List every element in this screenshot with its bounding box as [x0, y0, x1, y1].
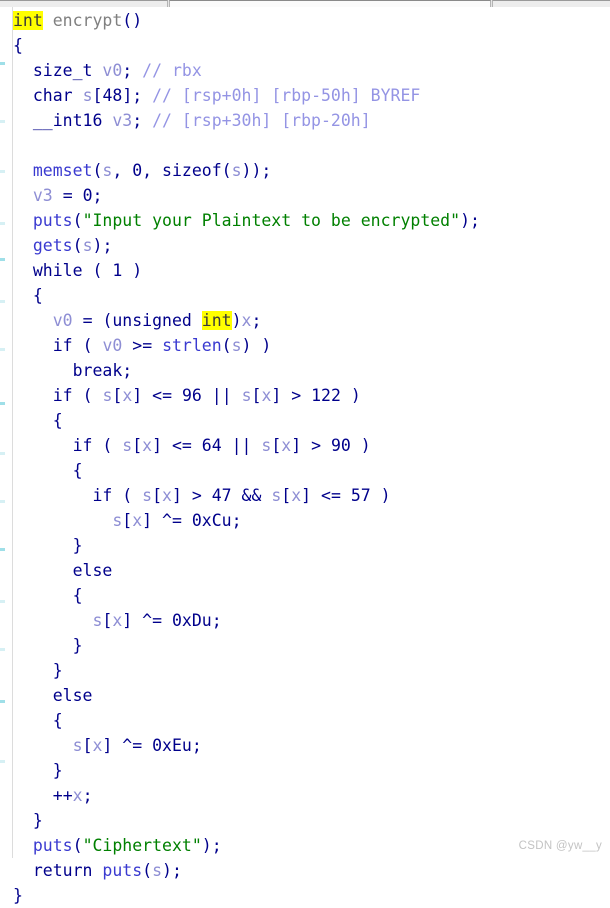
- code-line[interactable]: s[x] ^= 0xDu;: [13, 608, 610, 633]
- code-line[interactable]: {: [13, 33, 610, 58]
- code-line[interactable]: memset(s, 0, sizeof(s));: [13, 158, 610, 183]
- gutter-mark: [0, 548, 5, 551]
- code-line[interactable]: {: [13, 408, 610, 433]
- code-line[interactable]: s[x] ^= 0xEu;: [13, 733, 610, 758]
- code-line[interactable]: }: [13, 633, 610, 658]
- gutter-mark: [0, 300, 5, 303]
- code-line[interactable]: else: [13, 683, 610, 708]
- code-line[interactable]: ++x;: [13, 783, 610, 808]
- code-line[interactable]: return puts(s);: [13, 858, 610, 883]
- code-line[interactable]: s[x] ^= 0xCu;: [13, 508, 610, 533]
- gutter-mark: [0, 348, 5, 351]
- gutter-mark: [0, 600, 5, 603]
- gutter-mark: [0, 222, 5, 225]
- code-line[interactable]: v0 = (unsigned int)x;: [13, 308, 610, 333]
- code-line[interactable]: if ( v0 >= strlen(s) ): [13, 333, 610, 358]
- code-line[interactable]: if ( s[x] > 47 && s[x] <= 57 ): [13, 483, 610, 508]
- code-line[interactable]: {: [13, 583, 610, 608]
- code-line[interactable]: {: [13, 283, 610, 308]
- tab-right[interactable]: [492, 0, 610, 7]
- gutter-mark: [0, 258, 5, 261]
- code-line[interactable]: if ( s[x] <= 64 || s[x] > 90 ): [13, 433, 610, 458]
- code-line[interactable]: }: [13, 533, 610, 558]
- left-gutter[interactable]: [0, 7, 13, 858]
- code-line[interactable]: [13, 133, 610, 158]
- code-line[interactable]: break;: [13, 358, 610, 383]
- csdn-watermark: CSDN @yw__y: [518, 840, 602, 852]
- code-line[interactable]: if ( s[x] <= 96 || s[x] > 122 ): [13, 383, 610, 408]
- gutter-mark: [0, 402, 5, 405]
- gutter-mark: [0, 170, 5, 173]
- code-line[interactable]: int encrypt(): [13, 8, 610, 33]
- tab-left[interactable]: [0, 0, 168, 7]
- code-line[interactable]: puts("Input your Plaintext to be encrypt…: [13, 208, 610, 233]
- code-line[interactable]: while ( 1 ): [13, 258, 610, 283]
- pseudocode-window: int encrypt(){ size_t v0; // rbx char s[…: [0, 0, 610, 905]
- tab-strip: [0, 0, 610, 7]
- code-line[interactable]: else: [13, 558, 610, 583]
- code-line[interactable]: }: [13, 883, 610, 908]
- gutter-mark: [0, 120, 5, 123]
- pseudocode-text[interactable]: int encrypt(){ size_t v0; // rbx char s[…: [13, 7, 610, 905]
- code-line[interactable]: size_t v0; // rbx: [13, 58, 610, 83]
- code-line[interactable]: char s[48]; // [rsp+0h] [rbp-50h] BYREF: [13, 83, 610, 108]
- code-line[interactable]: }: [13, 758, 610, 783]
- tab-active[interactable]: [169, 0, 491, 7]
- gutter-mark: [0, 62, 5, 65]
- gutter-mark: [0, 452, 5, 455]
- code-line[interactable]: {: [13, 458, 610, 483]
- gutter-mark: [0, 500, 5, 503]
- code-line[interactable]: __int16 v3; // [rsp+30h] [rbp-20h]: [13, 108, 610, 133]
- gutter-mark: [0, 700, 5, 703]
- code-line[interactable]: gets(s);: [13, 233, 610, 258]
- code-line[interactable]: }: [13, 808, 610, 833]
- code-line[interactable]: {: [13, 708, 610, 733]
- code-line[interactable]: }: [13, 658, 610, 683]
- gutter-mark: [0, 648, 5, 651]
- gutter-mark: [0, 760, 5, 763]
- code-line[interactable]: v3 = 0;: [13, 183, 610, 208]
